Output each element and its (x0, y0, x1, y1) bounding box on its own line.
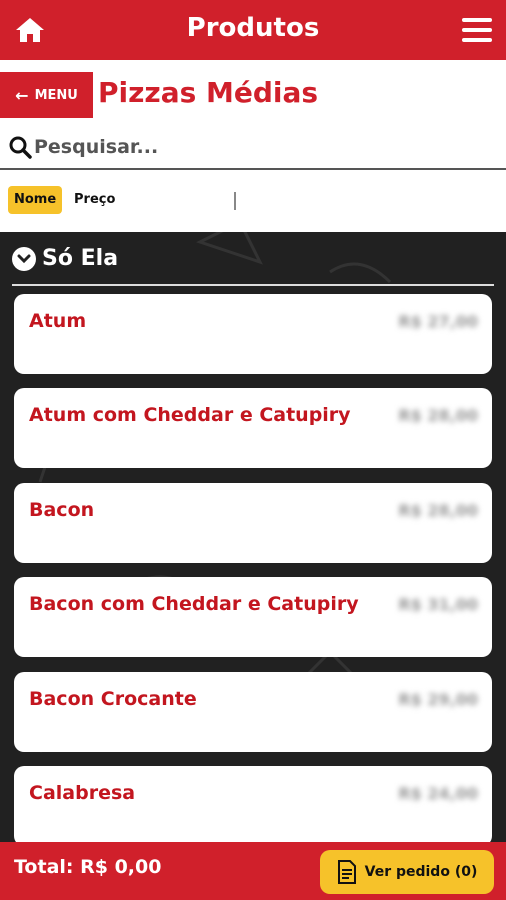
category-title: Pizzas Médias (98, 76, 319, 109)
arrow-left-icon: ← (15, 85, 29, 105)
product-price: R$ 28,00 (398, 501, 478, 520)
page-title: Produtos (186, 13, 320, 43)
search-icon (9, 136, 32, 159)
view-order-button[interactable]: Ver pedido (0) (320, 850, 494, 894)
back-to-menu-button[interactable]: ← MENU (0, 72, 93, 118)
back-button-label: MENU (34, 87, 78, 103)
section-header: ← MENU Pizzas Médias (0, 60, 506, 126)
product-card[interactable]: Atum com Cheddar e Catupiry R$ 28,00 (14, 388, 492, 468)
search-input[interactable] (34, 136, 474, 158)
product-price: R$ 24,00 (398, 784, 478, 803)
view-order-label: Ver pedido (0) (364, 864, 478, 880)
hamburger-menu-icon[interactable] (462, 18, 492, 44)
order-total: Total: R$ 0,00 (14, 856, 162, 878)
product-name: Calabresa (29, 782, 136, 804)
product-price: R$ 28,00 (398, 406, 478, 425)
product-card[interactable]: Bacon com Cheddar e Catupiry R$ 31,00 (14, 577, 492, 657)
product-name: Bacon Crocante (29, 688, 197, 710)
top-bar: Produtos (0, 0, 506, 60)
product-price: R$ 31,00 (398, 595, 478, 614)
group-divider (12, 284, 494, 286)
search-bar (0, 126, 506, 170)
sort-by-price-chip[interactable]: Preço (68, 186, 121, 214)
bottom-bar: Total: R$ 0,00 Ver pedido (0) (0, 842, 506, 900)
product-name: Atum com Cheddar e Catupiry (29, 404, 351, 426)
sort-by-name-chip[interactable]: Nome (8, 186, 63, 214)
product-name: Bacon (29, 499, 95, 521)
product-name: Atum (29, 310, 87, 332)
product-card[interactable]: Calabresa R$ 24,00 (14, 766, 492, 842)
divider (234, 192, 236, 210)
sort-bar: Nome Preço (0, 172, 506, 232)
group-title: Só Ela (42, 246, 119, 271)
group-toggle[interactable]: Só Ela (12, 246, 118, 271)
product-list[interactable]: Só Ela Atum R$ 27,00 Atum com Cheddar e … (0, 232, 506, 842)
chevron-down-icon (12, 246, 36, 271)
product-name: Bacon com Cheddar e Catupiry (29, 593, 359, 615)
product-price: R$ 29,00 (398, 690, 478, 709)
product-price: R$ 27,00 (398, 312, 478, 331)
product-card[interactable]: Atum R$ 27,00 (14, 294, 492, 374)
product-card[interactable]: Bacon Crocante R$ 29,00 (14, 672, 492, 752)
product-card[interactable]: Bacon R$ 28,00 (14, 483, 492, 563)
document-icon (337, 860, 356, 884)
